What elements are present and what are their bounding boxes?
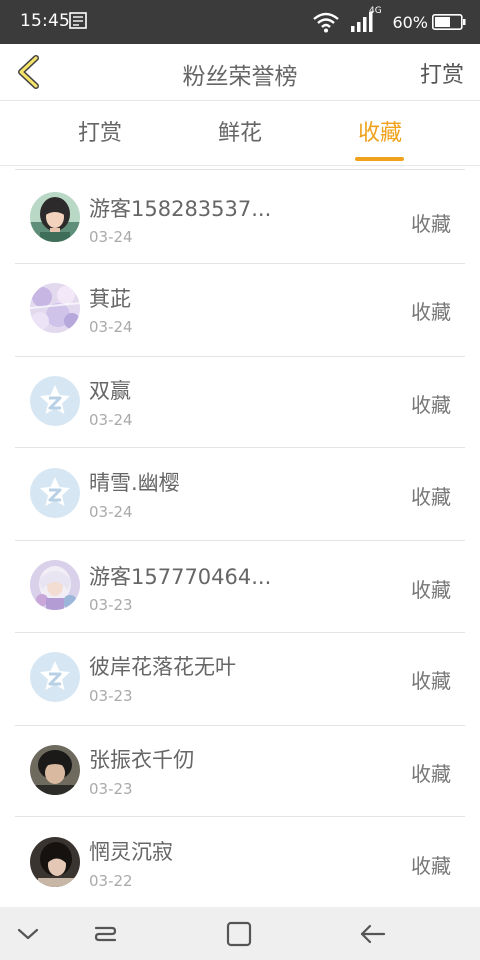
system-nav-bar [0, 907, 480, 960]
tab-reward[interactable]: 打赏 [40, 101, 160, 165]
favorite-date: 03-24 [89, 503, 133, 521]
dark-hair-avatar[interactable] [30, 837, 80, 887]
status-bar: 15:45 4G 60% [0, 0, 480, 44]
favorite-label: 收藏 [411, 300, 451, 324]
favorite-label: 收藏 [411, 212, 451, 236]
list-item[interactable]: 双赢 03-24 收藏 [15, 355, 465, 448]
favorite-label: 收藏 [411, 669, 451, 693]
user-name: 游客158283537... [89, 197, 272, 221]
favorite-label: 收藏 [411, 485, 451, 509]
tab-bar: 打赏 鲜花 收藏 [0, 101, 480, 166]
chevron-down-icon[interactable] [11, 917, 45, 951]
favorite-date: 03-23 [89, 687, 133, 705]
user-name: 游客157770464... [89, 565, 272, 589]
favorite-date: 03-23 [89, 596, 133, 614]
favorite-label: 收藏 [411, 762, 451, 786]
user-name: 惘灵沉寂 [89, 840, 173, 864]
favorite-label: 收藏 [411, 578, 451, 602]
favorite-date: 03-23 [89, 780, 133, 798]
user-name: 双赢 [89, 379, 131, 403]
app-header: 粉丝荣誉榜 打赏 [0, 44, 480, 101]
back-arrow-icon[interactable] [356, 917, 390, 951]
dark-hair-avatar[interactable] [30, 745, 80, 795]
list-item[interactable]: 游客157770464... 03-23 收藏 [15, 540, 465, 633]
list-item[interactable]: 惘灵沉寂 03-22 收藏 [15, 817, 465, 909]
battery-percent: 60% [392, 12, 428, 32]
list-item[interactable]: 萁茈 03-24 收藏 [15, 264, 465, 357]
divider [15, 169, 465, 170]
list-item[interactable]: 晴雪.幽樱 03-24 收藏 [15, 448, 465, 541]
recent-apps-icon[interactable] [88, 917, 122, 951]
list-item[interactable]: 游客158283537... 03-24 收藏 [15, 171, 465, 264]
notification-icon [69, 12, 87, 29]
status-time: 15:45 [20, 11, 70, 31]
anime-portrait-avatar[interactable] [30, 192, 80, 242]
default-z-avatar[interactable] [30, 468, 80, 518]
active-tab-underline [355, 157, 404, 161]
user-name: 晴雪.幽樱 [89, 471, 180, 495]
favorite-date: 03-24 [89, 411, 133, 429]
user-name: 张振衣千仞 [89, 748, 194, 772]
reward-button[interactable]: 打赏 [420, 57, 464, 89]
list-item[interactable]: 张振衣千仞 03-23 收藏 [15, 724, 465, 817]
favorite-label: 收藏 [411, 854, 451, 878]
default-z-avatar[interactable] [30, 376, 80, 426]
battery-icon [432, 14, 466, 30]
user-name: 萁茈 [89, 287, 131, 311]
user-name: 彼岸花落花无叶 [89, 655, 236, 679]
list-item[interactable]: 彼岸花落花无叶 03-23 收藏 [15, 633, 465, 726]
signal-icon [351, 12, 373, 32]
tab-flowers[interactable]: 鲜花 [180, 101, 300, 165]
wifi-icon [313, 12, 340, 33]
favorite-date: 03-24 [89, 228, 133, 246]
anime-girl-avatar[interactable] [30, 560, 80, 610]
tab-favorites[interactable]: 收藏 [320, 101, 440, 165]
favorite-date: 03-24 [89, 318, 133, 336]
home-square-icon[interactable] [222, 917, 256, 951]
default-z-avatar[interactable] [30, 652, 80, 702]
page-title: 粉丝荣誉榜 [182, 64, 298, 90]
pastel-pattern-avatar[interactable] [30, 283, 80, 333]
favorite-label: 收藏 [411, 393, 451, 417]
favorite-date: 03-22 [89, 872, 133, 890]
